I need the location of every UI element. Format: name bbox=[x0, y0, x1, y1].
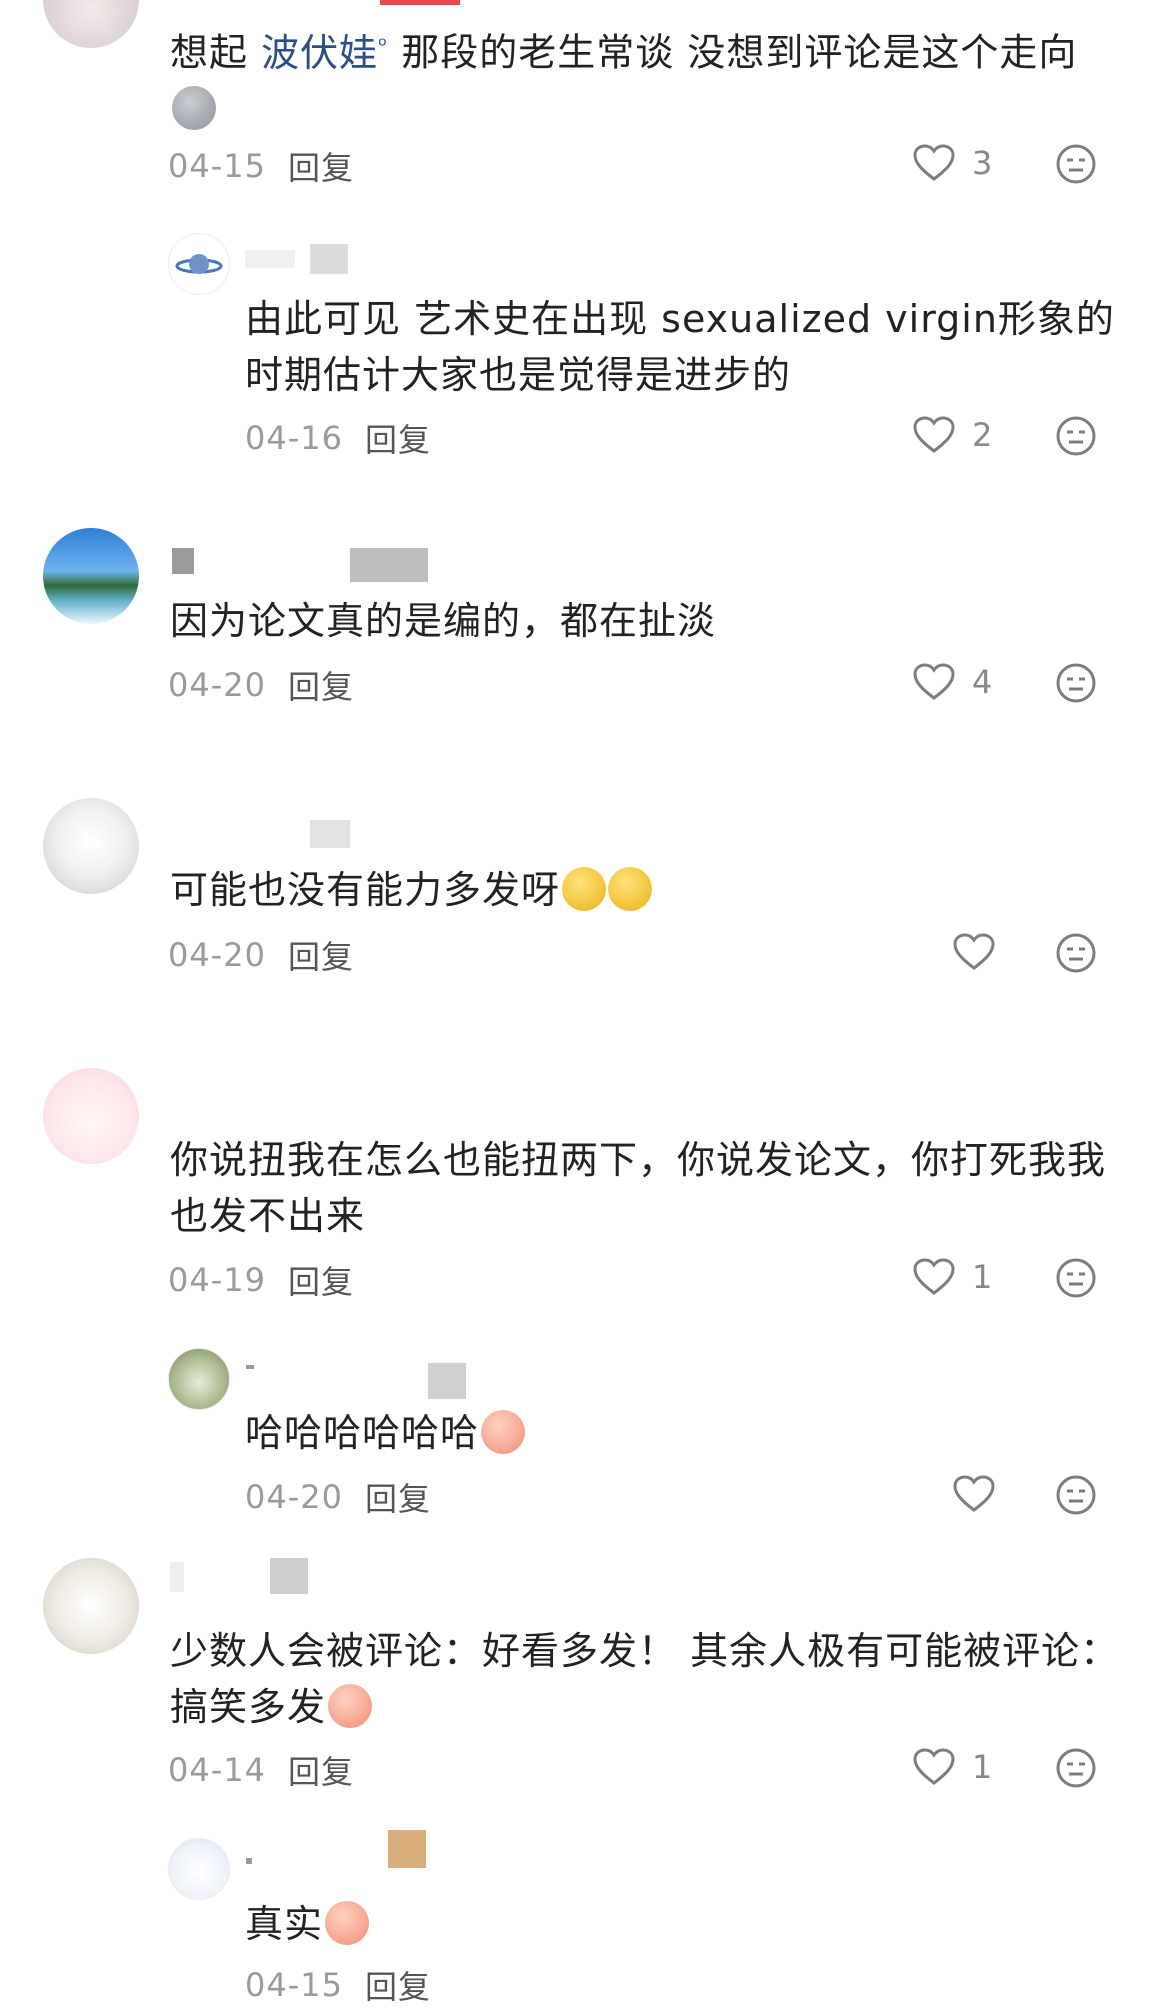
planet-icon bbox=[175, 254, 223, 274]
avatar[interactable] bbox=[168, 1348, 230, 1410]
like-button[interactable]: 1 bbox=[912, 1257, 992, 1297]
comment-meta: 04-15 回复 bbox=[245, 1962, 431, 2008]
reply-button[interactable]: 回复 bbox=[365, 1962, 431, 2008]
like-count: 4 bbox=[972, 663, 993, 701]
heart-icon bbox=[953, 1475, 995, 1512]
emoji-react-icon[interactable] bbox=[1055, 932, 1097, 974]
username-redacted bbox=[428, 1363, 466, 1399]
like-button[interactable] bbox=[952, 932, 996, 972]
avatar[interactable] bbox=[43, 0, 139, 48]
avatar[interactable] bbox=[168, 233, 230, 295]
username-redacted bbox=[246, 1858, 252, 1864]
comment-text-part: 少数人会被评论：好看多发！ 其余人极有可能被评论：搞笑多发 bbox=[170, 1629, 1120, 1729]
comment-text-part: 那段的老生常谈 没想到评论是这个走向 bbox=[388, 30, 1078, 75]
comment-meta: 04-20 回复 bbox=[168, 932, 354, 978]
comment-date: 04-20 bbox=[245, 1478, 343, 1516]
heart-icon bbox=[913, 416, 955, 453]
mention-link[interactable]: 波伏娃ᵒ bbox=[261, 31, 388, 75]
like-button[interactable]: 3 bbox=[912, 143, 992, 183]
comment-text: 真实 bbox=[245, 1896, 1125, 1952]
comment-text-part: 可能也没有能力多发呀 bbox=[170, 868, 561, 912]
comment-date: 04-19 bbox=[168, 1261, 266, 1299]
comment-text-part: 真实 bbox=[245, 1902, 324, 1946]
comment-text: 哈哈哈哈哈哈 bbox=[245, 1405, 1125, 1461]
username-redacted bbox=[270, 1558, 308, 1594]
comment-meta: 04-20 回复 bbox=[245, 1474, 431, 1520]
comment-text: 可能也没有能力多发呀 bbox=[170, 862, 1120, 918]
comment-text: 少数人会被评论：好看多发！ 其余人极有可能被评论：搞笑多发 bbox=[170, 1623, 1120, 1735]
emoji-react-icon[interactable] bbox=[1055, 1747, 1097, 1789]
comment-date: 04-20 bbox=[168, 666, 266, 704]
comment-list: 想起 波伏娃ᵒ 那段的老生常谈 没想到评论是这个走向 04-15 回复 3 由此… bbox=[0, 0, 1170, 2006]
like-button[interactable]: 2 bbox=[912, 415, 992, 455]
emoji-react-icon[interactable] bbox=[1055, 1257, 1097, 1299]
comment-meta: 04-20 回复 bbox=[168, 662, 354, 708]
like-count: 1 bbox=[972, 1748, 993, 1786]
top-accent-bar bbox=[380, 0, 460, 5]
emoji-react-icon[interactable] bbox=[1055, 415, 1097, 457]
username-redacted bbox=[172, 548, 194, 574]
like-count: 3 bbox=[972, 144, 993, 182]
emoji-sticker-icon bbox=[481, 1410, 526, 1454]
username-redacted bbox=[246, 1365, 254, 1369]
like-button[interactable]: 4 bbox=[912, 662, 992, 702]
heart-icon bbox=[913, 144, 955, 181]
comment-meta: 04-16 回复 bbox=[245, 415, 431, 461]
like-button[interactable]: 1 bbox=[912, 1747, 992, 1787]
like-count: 1 bbox=[972, 1258, 993, 1296]
comment-text: 想起 波伏娃ᵒ 那段的老生常谈 没想到评论是这个走向 bbox=[170, 18, 1120, 137]
emoji-sticker-icon bbox=[172, 85, 216, 130]
heart-icon bbox=[953, 933, 995, 970]
avatar[interactable] bbox=[168, 1838, 230, 1900]
heart-icon bbox=[913, 1748, 955, 1785]
comment-text: 你说扭我在怎么也能扭两下，你说发论文，你打死我我也发不出来 bbox=[170, 1138, 1107, 1238]
avatar[interactable] bbox=[43, 798, 139, 894]
reply-button[interactable]: 回复 bbox=[288, 662, 354, 708]
emoji-sticker-icon bbox=[328, 1684, 373, 1728]
heart-icon bbox=[913, 663, 955, 700]
reply-button[interactable]: 回复 bbox=[288, 932, 354, 978]
avatar[interactable] bbox=[43, 1558, 139, 1654]
comment-text-part: 想起 bbox=[170, 30, 262, 75]
emoji-sticker-icon bbox=[325, 1901, 370, 1945]
username-redacted bbox=[310, 244, 348, 274]
emoji-sticker-icon bbox=[562, 867, 607, 911]
username-redacted bbox=[170, 1562, 184, 1592]
emoji-sticker-icon bbox=[608, 867, 653, 911]
avatar[interactable] bbox=[43, 1068, 139, 1164]
reply-button[interactable]: 回复 bbox=[365, 1474, 431, 1520]
like-button[interactable] bbox=[952, 1474, 996, 1514]
emoji-react-icon[interactable] bbox=[1055, 1474, 1097, 1516]
comment-date: 04-15 bbox=[168, 147, 266, 185]
comment-text-part: 哈哈哈哈哈哈 bbox=[245, 1411, 480, 1455]
comment-date: 04-16 bbox=[245, 419, 343, 457]
comment-date: 04-14 bbox=[168, 1751, 266, 1789]
reply-button[interactable]: 回复 bbox=[365, 415, 431, 461]
username-redacted bbox=[388, 1830, 426, 1868]
emoji-react-icon[interactable] bbox=[1055, 143, 1097, 185]
comment-text: 因为论文真的是编的，都在扯淡 bbox=[170, 599, 717, 643]
reply-button[interactable]: 回复 bbox=[288, 1257, 354, 1303]
comment-text: 由此可见 艺术史在出现 sexualized virgin形象的时期估计大家也是… bbox=[245, 297, 1115, 397]
emoji-react-icon[interactable] bbox=[1055, 662, 1097, 704]
comment-date: 04-20 bbox=[168, 936, 266, 974]
avatar[interactable] bbox=[43, 528, 139, 624]
comment-meta: 04-19 回复 bbox=[168, 1257, 354, 1303]
comment-date: 04-15 bbox=[245, 1966, 343, 2004]
comment-meta: 04-15 回复 bbox=[168, 143, 354, 189]
username-redacted bbox=[310, 820, 350, 848]
reply-button[interactable]: 回复 bbox=[288, 1747, 354, 1793]
username-redacted bbox=[245, 250, 295, 268]
reply-button[interactable]: 回复 bbox=[288, 143, 354, 189]
comment-meta: 04-14 回复 bbox=[168, 1747, 354, 1793]
heart-icon bbox=[913, 1258, 955, 1295]
username-redacted bbox=[350, 548, 428, 582]
like-count: 2 bbox=[972, 416, 993, 454]
